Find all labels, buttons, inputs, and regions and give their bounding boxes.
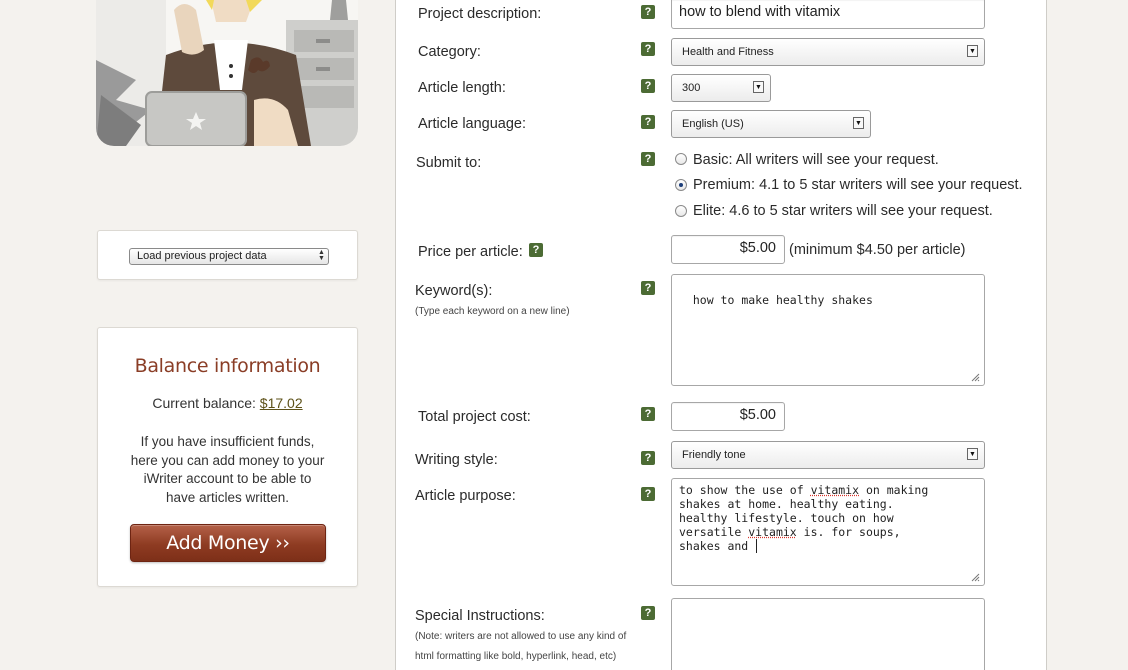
purpose-line: shakes at home. healthy eating. (679, 497, 977, 511)
writing-style-select[interactable]: Friendly tone ▼ (671, 441, 985, 469)
help-icon[interactable]: ? (641, 79, 655, 93)
article-language-label: Article language: (418, 116, 527, 132)
help-icon[interactable]: ? (641, 487, 655, 501)
submit-basic-radio[interactable] (675, 153, 687, 165)
help-icon[interactable]: ? (641, 5, 655, 19)
purpose-line: shakes and (679, 539, 977, 553)
purpose-text: is. for soups, (796, 525, 901, 539)
submit-elite-label: Elite: 4.6 to 5 star writers will see yo… (693, 203, 993, 219)
header-illustration (96, 0, 358, 146)
purpose-line: healthy lifestyle. touch on how (679, 511, 977, 525)
chevron-down-icon: ▼ (967, 448, 978, 460)
submit-to-label: Submit to: (416, 155, 482, 171)
keywords-label: Keyword(s): (415, 283, 493, 299)
load-previous-project-select[interactable]: Load previous project data ▲ ▼ (129, 248, 329, 265)
help-icon[interactable]: ? (641, 451, 655, 465)
article-purpose-label: Article purpose: (415, 488, 516, 504)
special-instructions-note-2: html formatting like bold, hyperlink, he… (415, 651, 617, 662)
submit-premium-radio[interactable] (675, 179, 687, 191)
special-instructions-note-1: (Note: writers are not allowed to use an… (415, 631, 627, 642)
total-project-cost-input[interactable]: $5.00 (671, 402, 785, 431)
misspelled-word: vitamix (748, 525, 797, 539)
help-icon[interactable]: ? (529, 243, 543, 257)
total-project-cost-label: Total project cost: (418, 409, 531, 425)
current-balance-label: Current balance: (152, 395, 260, 411)
project-description-label: Project description: (418, 6, 542, 22)
select-updown-icon: ▲ ▼ (318, 249, 325, 262)
keywords-text: how to make healthy shakes (692, 293, 873, 307)
price-per-article-label: Price per article: (418, 244, 523, 260)
price-minimum-note: (minimum $4.50 per article) (789, 242, 966, 258)
writing-style-select-value: Friendly tone (682, 449, 746, 461)
article-language-select[interactable]: English (US) ▼ (671, 110, 871, 138)
category-select[interactable]: Health and Fitness ▼ (671, 38, 985, 66)
help-icon[interactable]: ? (641, 42, 655, 56)
category-label: Category: (418, 44, 481, 60)
help-icon[interactable]: ? (641, 115, 655, 129)
current-balance-line: Current balance: $17.02 (97, 395, 358, 411)
article-length-label: Article length: (418, 80, 506, 96)
purpose-line: versatile vitamix is. for soups, (679, 525, 977, 539)
keywords-textarea[interactable]: how to make healthy shakes (671, 274, 985, 386)
chevron-down-icon: ▼ (753, 81, 764, 93)
add-money-button[interactable]: Add Money ›› (130, 524, 326, 562)
help-icon[interactable]: ? (641, 152, 655, 166)
submit-premium-label: Premium: 4.1 to 5 star writers will see … (693, 177, 1023, 193)
price-per-article-input[interactable]: $5.00 (671, 235, 785, 264)
woman-at-laptop-illustration (96, 0, 358, 146)
balance-title: Balance information (134, 355, 321, 377)
purpose-text: shakes at home. healthy eating. (679, 497, 894, 511)
article-length-select-value: 300 (682, 82, 701, 94)
resize-grip-icon[interactable] (970, 372, 980, 382)
purpose-line: to show the use of vitamix on making (679, 483, 977, 497)
article-length-select[interactable]: 300 ▼ (671, 74, 771, 102)
submit-basic-label: Basic: All writers will see your request… (693, 152, 939, 168)
purpose-text: to show the use of (679, 483, 811, 497)
help-icon[interactable]: ? (641, 407, 655, 421)
chevron-down-icon: ▼ (967, 45, 978, 57)
article-purpose-textarea[interactable]: to show the use of vitamix on making sha… (671, 478, 985, 586)
text-caret (756, 539, 758, 553)
project-description-input[interactable]: how to blend with vitamix (671, 0, 985, 29)
purpose-text: healthy lifestyle. touch on how (679, 511, 894, 525)
purpose-text: versatile (679, 525, 749, 539)
resize-grip-icon[interactable] (970, 572, 980, 582)
writing-style-label: Writing style: (415, 452, 498, 468)
load-select-value: Load previous project data (137, 250, 267, 262)
keywords-hint: (Type each keyword on a new line) (415, 306, 570, 317)
special-instructions-textarea[interactable] (671, 598, 985, 670)
misspelled-word: vitamix (810, 483, 860, 497)
balance-info-text: If you have insufficient funds, here you… (130, 434, 325, 505)
chevron-down-icon: ▼ (853, 117, 864, 129)
purpose-text: on making (859, 483, 929, 497)
article-language-select-value: English (US) (682, 118, 744, 130)
purpose-text: shakes and (679, 539, 756, 553)
help-icon[interactable]: ? (641, 281, 655, 295)
current-balance-link[interactable]: $17.02 (260, 395, 303, 411)
special-instructions-label: Special Instructions: (415, 608, 545, 624)
help-icon[interactable]: ? (641, 606, 655, 620)
submit-elite-radio[interactable] (675, 205, 687, 217)
category-select-value: Health and Fitness (682, 46, 774, 58)
